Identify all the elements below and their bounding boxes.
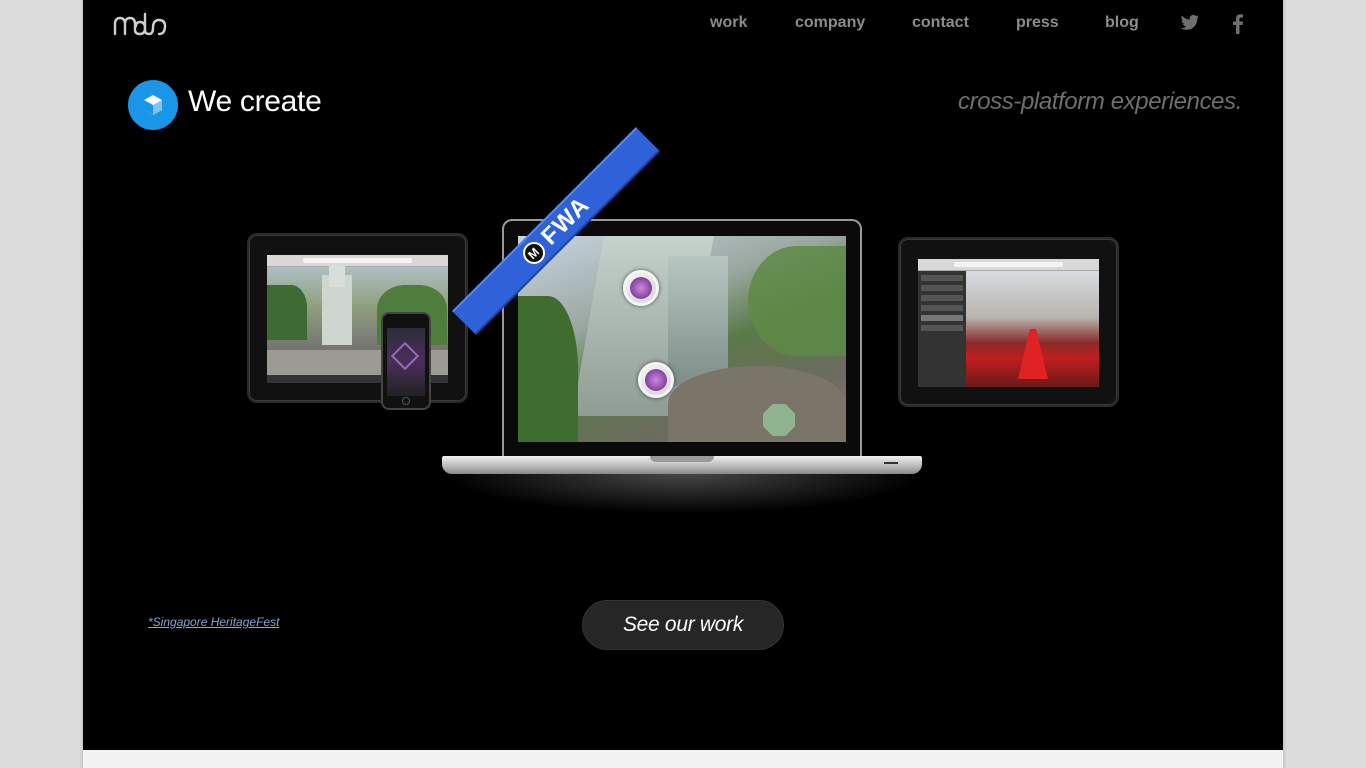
tablet-right xyxy=(898,237,1119,407)
phone-screen xyxy=(387,328,425,396)
badge-icon xyxy=(623,270,659,306)
project-caption-link[interactable]: *Singapore HeritageFest xyxy=(148,615,279,629)
tablet-right-screen xyxy=(918,259,1099,387)
hero-tagline: cross-platform experiences. xyxy=(958,88,1242,115)
cube-icon xyxy=(128,80,178,130)
page-footer-strip xyxy=(83,750,1283,768)
badge-icon xyxy=(638,362,674,398)
nav-work[interactable]: work xyxy=(710,14,747,32)
laptop-screen xyxy=(518,236,846,442)
nav-contact[interactable]: contact xyxy=(912,14,969,32)
page-container: work company contact press blog We creat… xyxy=(83,0,1283,750)
nav-press[interactable]: press xyxy=(1016,14,1059,32)
phone xyxy=(381,312,431,410)
see-our-work-button[interactable]: See our work xyxy=(582,600,784,650)
mdr-logo[interactable] xyxy=(113,12,169,38)
twitter-icon[interactable] xyxy=(1180,14,1200,32)
laptop-base xyxy=(442,456,922,474)
laptop: M FWA xyxy=(452,127,862,456)
facebook-icon[interactable] xyxy=(1233,14,1243,34)
nav-company[interactable]: company xyxy=(795,14,865,32)
nav-blog[interactable]: blog xyxy=(1105,14,1139,32)
page-edge-right xyxy=(1283,0,1287,768)
tablet-left xyxy=(247,233,468,403)
hero-title: We create xyxy=(188,85,322,118)
laptop-reflection xyxy=(443,474,923,514)
